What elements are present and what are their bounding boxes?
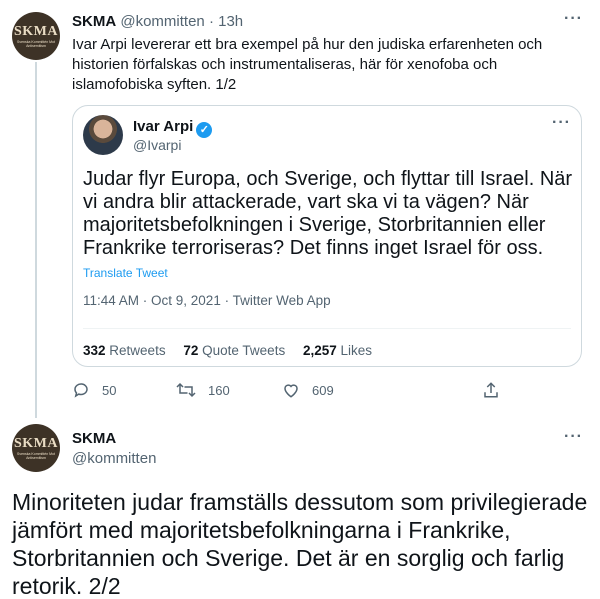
like-count: 609: [312, 382, 334, 398]
share-icon: [484, 382, 498, 398]
tweet-text: Ivar Arpi levererar ett bra exempel på h…: [72, 36, 543, 93]
reply-count: 50: [102, 382, 117, 398]
author-name[interactable]: SKMA: [72, 13, 116, 30]
tweet-header: SKMA @kommitten · 13h: [72, 12, 243, 32]
quote-tweets-stat[interactable]: 72 Quote Tweets: [183, 343, 285, 358]
likes-stat[interactable]: 2,257 Likes: [303, 343, 372, 358]
reply-icon: [74, 383, 88, 398]
avatar-logo-text: SKMA: [14, 435, 58, 451]
author-name[interactable]: SKMA: [72, 430, 116, 448]
share-button[interactable]: [482, 381, 512, 399]
quote-author-handle[interactable]: @Ivarpi: [133, 136, 181, 154]
retweets-count: 332: [83, 343, 106, 358]
retweet-icon: [176, 382, 196, 398]
avatar-logo-subtext: Svenska Kommittén Mot Antisemitism: [17, 451, 55, 460]
quote-text: Judar flyr Europa, och Sverige, och flyt…: [83, 168, 573, 259]
more-dots-icon[interactable]: ···: [564, 10, 583, 28]
quote-author-name-text: Ivar Arpi: [133, 118, 194, 135]
quote-author-name[interactable]: Ivar Arpi ✓: [133, 118, 213, 138]
tweet-time[interactable]: · 13h: [209, 13, 243, 30]
avatar[interactable]: SKMA Svenska Kommittén Mot Antisemitism: [12, 424, 60, 472]
quote-more-dots-icon[interactable]: ···: [552, 114, 571, 132]
tweet-text: Minoriteten judar framställs dessutom so…: [12, 489, 588, 599]
quote-tweets-label: Quote Tweets: [202, 343, 286, 358]
avatar[interactable]: SKMA Svenska Kommittén Mot Antisemitism: [12, 12, 60, 60]
heart-icon: [284, 384, 298, 398]
quote-avatar[interactable]: [83, 115, 123, 155]
tweet-actions: 50 160 609: [72, 381, 512, 403]
reply-button[interactable]: 50: [72, 381, 116, 399]
likes-count: 2,257: [302, 343, 337, 358]
translate-tweet-link[interactable]: Translate Tweet: [83, 266, 168, 280]
author-handle[interactable]: @kommitten: [72, 450, 156, 468]
retweets-label: Retweets: [109, 343, 166, 358]
verified-badge-icon: ✓: [196, 122, 213, 138]
divider: [83, 328, 571, 329]
retweets-stat[interactable]: 332 Retweets: [83, 343, 166, 358]
quote-tweet-card[interactable]: Ivar Arpi ✓ @Ivarpi ··· Judar flyr Europa…: [72, 105, 582, 367]
more-dots-icon[interactable]: ···: [564, 428, 583, 446]
author-handle[interactable]: @kommitten: [120, 13, 204, 30]
like-button[interactable]: 609: [282, 381, 334, 399]
retweet-button[interactable]: 160: [176, 381, 230, 399]
thread-line: [35, 62, 37, 418]
retweet-count: 160: [208, 382, 230, 398]
avatar-logo-text: SKMA: [14, 23, 58, 39]
avatar-logo-subtext: Svenska Kommittén Mot Antisemitism: [17, 39, 55, 48]
likes-label: Likes: [340, 343, 373, 358]
quote-stats: 332 Retweets 72 Quote Tweets 2,257 Likes: [83, 343, 386, 358]
quote-tweets-count: 72: [183, 343, 199, 358]
quote-timestamp[interactable]: 11:44 AM · Oct 9, 2021 · Twitter Web App: [83, 293, 331, 308]
